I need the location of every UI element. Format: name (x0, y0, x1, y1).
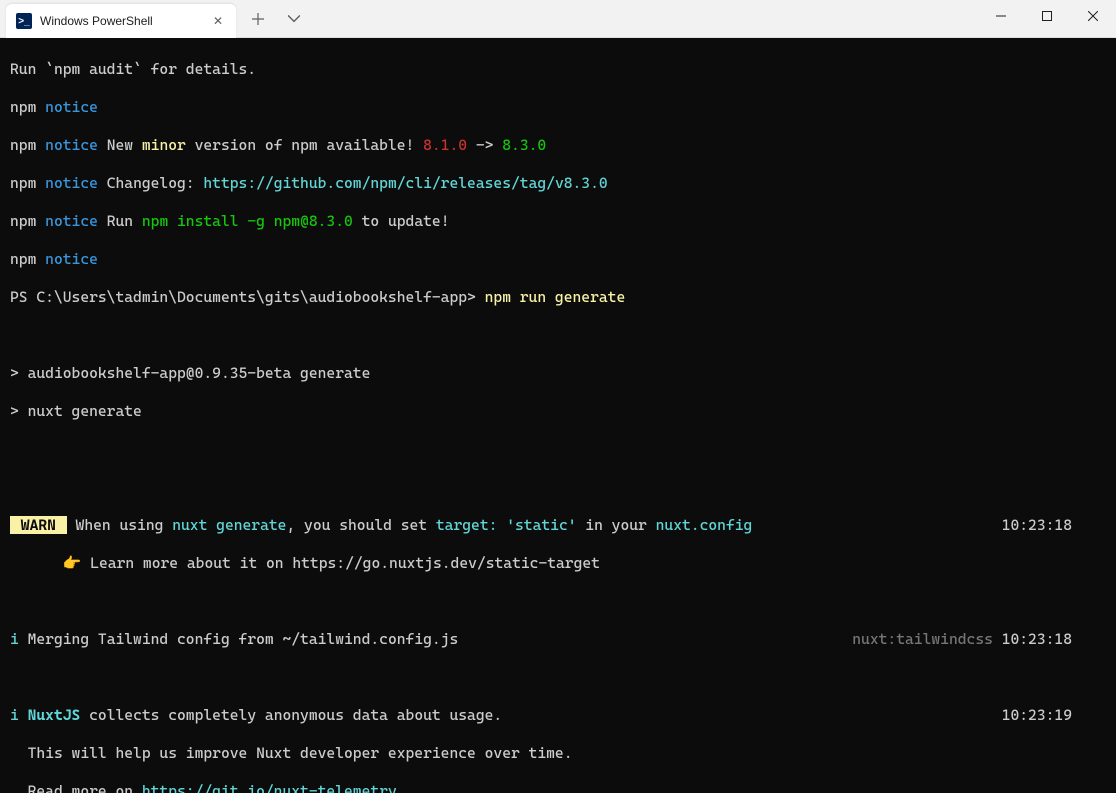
telemetry-link[interactable]: https://git.io/nuxt-telemetry (142, 782, 397, 793)
warn-badge: WARN (10, 516, 67, 534)
output-line: WARN When using nuxt generate, you shoul… (10, 516, 1116, 535)
new-tab-button[interactable] (242, 4, 274, 34)
window-controls (978, 0, 1116, 32)
output-line: This will help us improve Nuxt developer… (10, 744, 1116, 763)
close-tab-icon[interactable]: ✕ (210, 13, 226, 29)
minimize-button[interactable] (978, 0, 1024, 32)
prompt-line: PS C:\Users\tadmin\Documents\gits\audiob… (10, 288, 1116, 307)
output-line: > nuxt generate (10, 402, 1116, 421)
tab-title: Windows PowerShell (40, 14, 210, 28)
terminal-output[interactable]: Run `npm audit` for details. npm notice … (0, 38, 1116, 793)
output-line: Read more on https://git.io/nuxt-telemet… (10, 782, 1116, 793)
timestamp: 10:23:19 (1002, 706, 1072, 725)
output-line: npm notice Changelog: https://github.com… (10, 174, 1116, 193)
output-line (10, 326, 1116, 345)
maximize-button[interactable] (1024, 0, 1070, 32)
tab-dropdown-button[interactable] (278, 4, 310, 34)
tab-powershell[interactable]: >_ Windows PowerShell ✕ (6, 4, 236, 38)
output-line (10, 440, 1116, 459)
output-line: npm notice New minor version of npm avai… (10, 136, 1116, 155)
tab-actions (242, 0, 310, 38)
powershell-icon: >_ (16, 13, 32, 29)
output-line (10, 592, 1116, 611)
output-line: npm notice (10, 98, 1116, 117)
output-line (10, 668, 1116, 687)
output-line: i NuxtJS collects completely anonymous d… (10, 706, 1116, 725)
timestamp: nuxt:tailwindcss 10:23:18 (852, 630, 1072, 649)
output-line (10, 478, 1116, 497)
output-line: npm notice Run npm install -g npm@8.3.0 … (10, 212, 1116, 231)
timestamp: 10:23:18 (1002, 516, 1072, 535)
output-line: > audiobookshelf-app@0.9.35-beta generat… (10, 364, 1116, 383)
titlebar: >_ Windows PowerShell ✕ (0, 0, 1116, 38)
output-line: npm notice (10, 250, 1116, 269)
close-button[interactable] (1070, 0, 1116, 32)
output-line: i Merging Tailwind config from ~/tailwin… (10, 630, 1116, 649)
output-line: Run `npm audit` for details. (10, 60, 1116, 79)
output-line: 👉 Learn more about it on https://go.nuxt… (10, 554, 1116, 573)
